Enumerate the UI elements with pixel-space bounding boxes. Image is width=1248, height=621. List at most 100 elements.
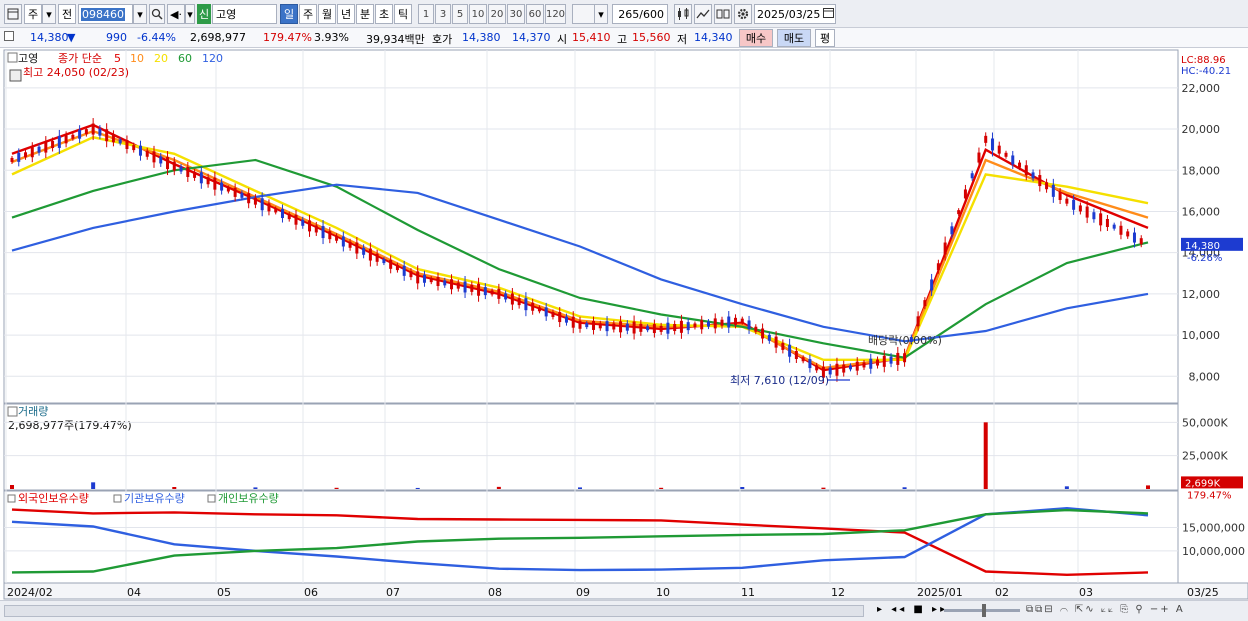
candle-body [815, 365, 819, 371]
candle-body [1105, 218, 1109, 227]
speaker-icon[interactable]: ◀· [167, 4, 185, 24]
search-icon[interactable] [149, 4, 165, 24]
candle-body [1051, 184, 1055, 197]
period-tab-0[interactable]: 일 [280, 4, 298, 24]
chevron-down-icon[interactable]: ▾ [42, 4, 56, 24]
candle-body [91, 123, 95, 135]
expand-icon[interactable] [4, 31, 14, 44]
holdings-series-1: 기관보유수량 [124, 492, 185, 505]
zoom-slider-handle[interactable] [982, 604, 986, 617]
interval-button-120[interactable]: 120 [545, 4, 566, 24]
candle-body [274, 208, 278, 213]
candle-body [280, 209, 284, 219]
candle-body [835, 363, 839, 376]
period-tab-6[interactable]: 틱 [394, 4, 412, 24]
volume-bar [740, 487, 745, 489]
candle-body [267, 203, 271, 212]
candle-body [206, 177, 210, 185]
candle-body [936, 263, 940, 271]
stock-chart[interactable]: 22,00020,00018,00016,00014,00012,00010,0… [0, 49, 1248, 600]
x-tick-label-13: 03/25 [1187, 586, 1219, 599]
candle-body [1085, 206, 1089, 218]
period-tab-2[interactable]: 월 [318, 4, 336, 24]
date-field[interactable]: 2025/03/25 [754, 4, 836, 24]
candle-body [619, 321, 623, 333]
volume-tick-label-0: 50,000K [1182, 416, 1228, 429]
candle-body [240, 192, 244, 198]
candle-body [429, 278, 433, 283]
count-field[interactable]: 265/600 [612, 4, 668, 24]
candle-body [483, 287, 487, 296]
ma-period-5: 5 [114, 52, 121, 65]
x-tick-label-7: 10 [656, 586, 670, 599]
candle-body [30, 147, 34, 158]
x-tick-label-8: 11 [741, 586, 755, 599]
period-tab-1[interactable]: 주 [299, 4, 317, 24]
candle-body [348, 241, 352, 248]
sell-button[interactable]: 매도 [777, 29, 811, 47]
candle-body [544, 307, 548, 317]
market-select[interactable]: 주 [24, 4, 42, 24]
scrollbar[interactable] [4, 605, 864, 617]
candle-body [706, 321, 710, 327]
candle-body [808, 359, 812, 369]
candle-body [166, 157, 170, 170]
candle-body [1078, 205, 1082, 212]
tool-icons[interactable]: ⧉⧉⊟ ⌒ ⇱∿ ⟀⟀ ⎘ ⚲ −+ A [1026, 604, 1185, 615]
interval-button-10[interactable]: 10 [469, 4, 487, 24]
candle-body [720, 319, 724, 326]
buy-button[interactable]: 매수 [739, 29, 773, 47]
candle-body [24, 152, 28, 158]
interval-button-5[interactable]: 5 [452, 4, 468, 24]
candle-body [700, 320, 704, 330]
candle-body [869, 358, 873, 369]
nav-icons[interactable]: ▸ ◂◂ ■ ▸▸ [877, 604, 948, 615]
candle-body [1004, 152, 1008, 157]
chevron-down-icon[interactable]: ▾ [594, 4, 608, 24]
candle-body [132, 145, 136, 151]
volume-bar [1146, 485, 1150, 489]
stock-name-field[interactable]: 고영 [212, 4, 277, 24]
candle-body [253, 197, 257, 205]
candle-body [571, 316, 575, 328]
volume-bar [821, 487, 826, 489]
interval-button-1[interactable]: 1 [418, 4, 434, 24]
candle-icon[interactable] [674, 4, 692, 24]
panel-checkbox [7, 52, 18, 63]
candle-body [260, 198, 264, 211]
period-tab-5[interactable]: 초 [375, 4, 393, 24]
stock-code-input[interactable]: 098460 [78, 4, 133, 24]
interval-button-30[interactable]: 30 [507, 4, 525, 24]
candle-body [564, 316, 568, 323]
candle-body [1092, 212, 1096, 220]
gear-icon[interactable] [734, 4, 752, 24]
line-chart-icon[interactable] [694, 4, 712, 24]
candle-body [98, 128, 102, 136]
compare-icon[interactable] [714, 4, 732, 24]
open-label: 시 [557, 33, 568, 46]
calendar-icon[interactable] [823, 7, 835, 21]
layout-icon[interactable] [4, 4, 22, 24]
chevron-down-icon[interactable]: ▾ [133, 4, 147, 24]
period-tab-3[interactable]: 년 [337, 4, 355, 24]
prev-label: 전 [61, 8, 73, 21]
interval-button-60[interactable]: 60 [526, 4, 544, 24]
period-tab-4[interactable]: 분 [356, 4, 374, 24]
volume-panel [3, 403, 1179, 491]
interval-button-20[interactable]: 20 [488, 4, 506, 24]
volume-bar [91, 482, 96, 489]
candle-body [1031, 172, 1035, 179]
candle-body [37, 146, 41, 153]
candle-body [159, 156, 163, 164]
candle-body [226, 187, 230, 192]
x-axis-bar [3, 582, 1248, 600]
interval-button-3[interactable]: 3 [435, 4, 451, 24]
current-price: 14,380 [30, 31, 69, 44]
eval-button[interactable]: 평 [815, 29, 835, 47]
candle-body [490, 290, 494, 295]
chevron-down-icon[interactable]: ▾ [185, 4, 195, 24]
quote-bar: 14,380 ▼ 990 -6.44% 2,698,977 179.47% 3.… [0, 28, 1248, 48]
prev-button[interactable]: 전 [58, 4, 76, 24]
candle-body [193, 171, 197, 178]
candle-body [585, 323, 589, 328]
